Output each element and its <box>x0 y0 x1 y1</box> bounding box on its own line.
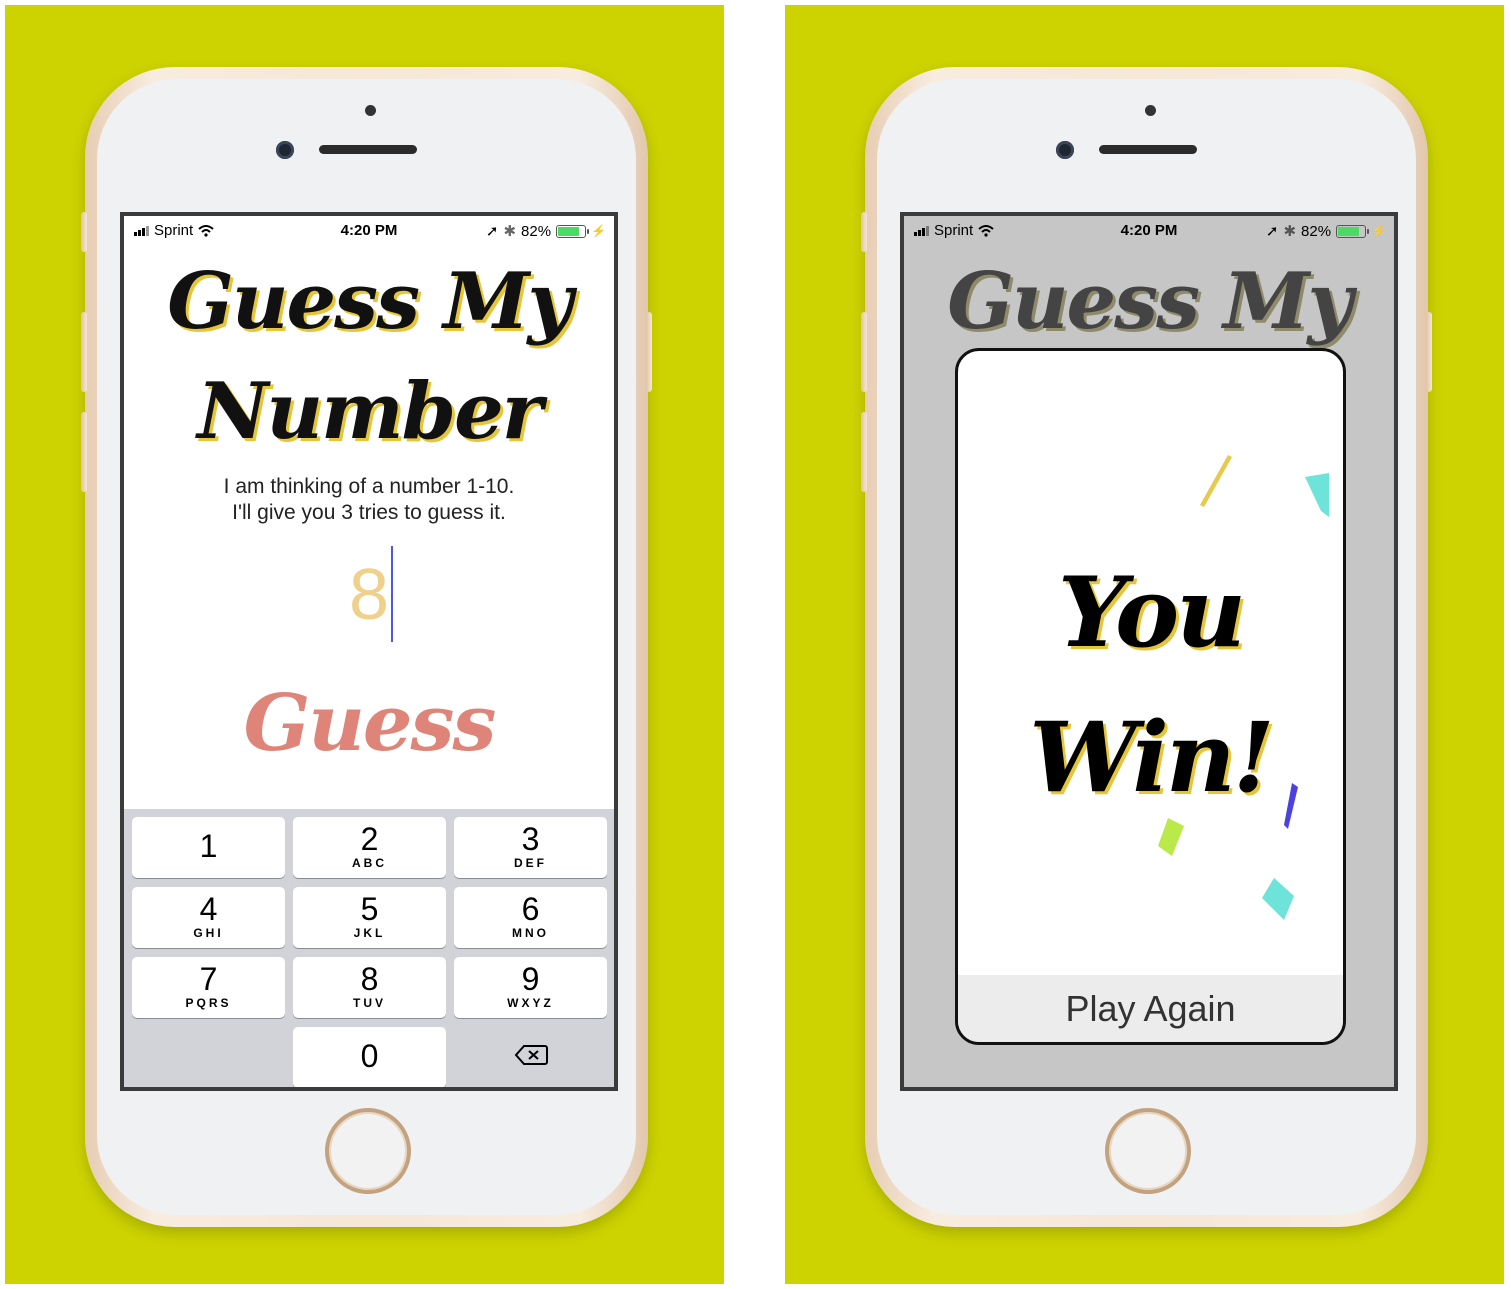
charging-icon: ⚡ <box>591 224 606 238</box>
front-camera-icon <box>276 141 294 159</box>
volume-up-button <box>81 312 87 392</box>
win-title-line1: You <box>1057 556 1246 669</box>
confetti-piece <box>1262 878 1294 920</box>
confetti-piece <box>1305 473 1329 517</box>
key-8[interactable]: 8 TUV <box>293 957 446 1018</box>
key-3[interactable]: 3 DEF <box>454 817 607 878</box>
win-modal: You Win! Play Again <box>955 348 1346 1045</box>
status-bar: Sprint 4:20 PM ➚ ✱ 82% ⚡ <box>124 216 614 244</box>
battery-percent: 82% <box>521 222 552 240</box>
proximity-sensor <box>365 105 376 116</box>
battery-percent: 82% <box>1301 222 1332 240</box>
volume-up-button <box>861 312 867 392</box>
text-caret <box>391 546 393 642</box>
charging-icon: ⚡ <box>1371 224 1386 238</box>
key-4[interactable]: 4 GHI <box>132 887 285 948</box>
earpiece-speaker <box>319 145 417 154</box>
key-2[interactable]: 2 ABC <box>293 817 446 878</box>
app-title-line1: Guess My <box>167 256 573 347</box>
home-button[interactable] <box>1105 1108 1191 1194</box>
backspace-icon[interactable] <box>514 1044 548 1066</box>
numeric-keypad: 1 2 ABC 3 DEF 4 GHI 5 JKL 6 MNO 7 PQRS 8 TUV 9W… <box>124 809 614 1087</box>
power-button <box>646 312 652 392</box>
phone-face: Sprint 4:20 PM ➚ ✱ 82% ⚡ <box>97 79 636 1215</box>
app-screen: Sprint 4:20 PM ➚ ✱ 82% ⚡ Guess My Number… <box>120 212 618 1091</box>
mute-switch <box>861 212 867 252</box>
mute-switch <box>81 212 87 252</box>
earpiece-speaker <box>1099 145 1197 154</box>
app-title-line1: Guess My <box>947 256 1353 347</box>
key-7[interactable]: 7 PQRS <box>132 957 285 1018</box>
location-icon: ➚ <box>1265 223 1279 240</box>
key-5[interactable]: 5 JKL <box>293 887 446 948</box>
key-1[interactable]: 1 <box>132 817 285 878</box>
confetti-piece <box>1284 783 1298 829</box>
left-screenshot-panel: Sprint 4:20 PM ➚ ✱ 82% ⚡ Guess My Number… <box>5 5 724 1284</box>
proximity-sensor <box>1145 105 1156 116</box>
guess-input[interactable]: 8 <box>124 554 614 636</box>
bluetooth-icon: ✱ <box>503 223 517 240</box>
key-6[interactable]: 6 MNO <box>454 887 607 948</box>
home-button[interactable] <box>325 1108 411 1194</box>
confetti-piece <box>1158 818 1184 856</box>
volume-down-button <box>81 412 87 492</box>
confetti-piece <box>1200 455 1232 507</box>
app-screen-dimmed: Sprint 4:20 PM ➚ ✱ 82% ⚡ Guess My You Wi… <box>900 212 1398 1091</box>
power-button <box>1426 312 1432 392</box>
instructions-line1: I am thinking of a number 1-10. <box>223 475 515 498</box>
battery-icon <box>1336 224 1370 238</box>
play-again-button[interactable]: Play Again <box>958 975 1343 1042</box>
battery-icon <box>556 224 590 238</box>
guess-button[interactable]: Guess <box>124 678 614 769</box>
right-screenshot-panel: Sprint 4:20 PM ➚ ✱ 82% ⚡ Guess My You Wi… <box>785 5 1504 1284</box>
phone-frame: Sprint 4:20 PM ➚ ✱ 82% ⚡ <box>861 67 1432 1227</box>
bluetooth-icon: ✱ <box>1283 223 1297 240</box>
volume-down-button <box>861 412 867 492</box>
phone-frame: Sprint 4:20 PM ➚ ✱ 82% ⚡ <box>81 67 652 1227</box>
instructions-line2: I'll give you 3 tries to guess it. <box>232 501 506 524</box>
front-camera-icon <box>1056 141 1074 159</box>
key-0[interactable]: 0 <box>293 1027 446 1087</box>
key-9[interactable]: 9 WXYZ <box>454 957 607 1018</box>
phone-face: Sprint 4:20 PM ➚ ✱ 82% ⚡ <box>877 79 1416 1215</box>
app-title-line2: Number <box>197 366 543 457</box>
status-bar: Sprint 4:20 PM ➚ ✱ 82% ⚡ <box>904 216 1394 244</box>
location-icon: ➚ <box>485 223 499 240</box>
